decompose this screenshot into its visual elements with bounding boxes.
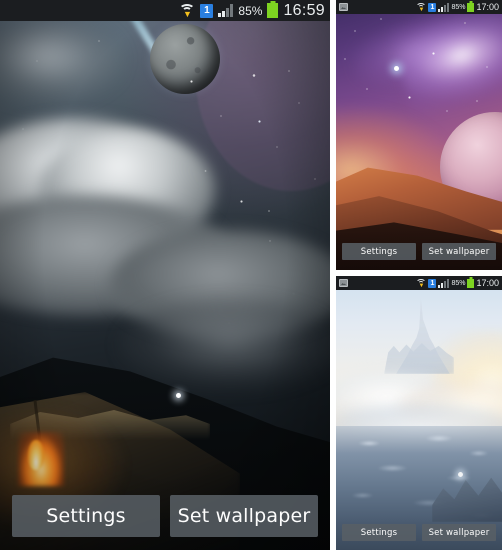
status-bar: ▼ 1 85% 16:59 <box>0 0 330 21</box>
wifi-download-icon: ▼ <box>416 278 427 289</box>
wifi-download-icon: ▼ <box>179 3 196 18</box>
wallpaper-preview-top-right[interactable]: ▼ 1 85% 17:00 Settings Set wallpaper <box>336 0 502 270</box>
status-bar-left <box>339 3 416 11</box>
clock-label: 17:00 <box>476 2 499 12</box>
notification-badge-icon: 1 <box>428 278 437 288</box>
clock-label: 17:00 <box>476 278 499 288</box>
status-bar-right: ▼ 1 85% 17:00 <box>416 2 499 13</box>
wallpaper-preview-main[interactable]: ▼ 1 85% 16:59 Settings Set wallpaper <box>0 0 330 550</box>
status-bar: ▼ 1 85% 17:00 <box>336 276 502 290</box>
status-bar: ▼ 1 85% 17:00 <box>336 0 502 14</box>
wallpaper-preview-page: ▼ 1 85% 16:59 Settings Set wallpaper ▼ 1… <box>0 0 502 550</box>
settings-button[interactable]: Settings <box>342 243 416 260</box>
light-flare-graphic <box>458 472 463 477</box>
set-wallpaper-button[interactable]: Set wallpaper <box>422 243 496 260</box>
settings-button[interactable]: Settings <box>342 524 416 541</box>
wallpaper-action-bar: Settings Set wallpaper <box>12 495 318 537</box>
set-wallpaper-button[interactable]: Set wallpaper <box>170 495 318 537</box>
status-bar-right: ▼ 1 85% 17:00 <box>416 278 499 289</box>
status-bar-right: ▼ 1 85% 16:59 <box>179 2 325 20</box>
wallpaper-action-bar: Settings Set wallpaper <box>342 243 496 260</box>
wallpaper-preview-bottom-right[interactable]: ▼ 1 85% 17:00 Settings Set wallpaper <box>336 276 502 550</box>
gallery-icon <box>339 3 348 11</box>
battery-percent-label: 85% <box>451 3 466 11</box>
signal-bars-icon <box>218 4 234 17</box>
status-bar-left <box>339 279 416 287</box>
signal-bars-icon <box>438 278 450 288</box>
wallpaper-action-bar: Settings Set wallpaper <box>342 524 496 541</box>
signal-bars-icon <box>438 2 450 12</box>
clock-label: 16:59 <box>283 1 325 19</box>
battery-icon <box>467 2 475 12</box>
set-wallpaper-button[interactable]: Set wallpaper <box>422 524 496 541</box>
vignette-overlay <box>0 0 330 550</box>
notification-badge-icon: 1 <box>428 2 437 12</box>
battery-icon <box>267 3 279 18</box>
wifi-download-icon: ▼ <box>416 2 427 13</box>
notification-badge-icon: 1 <box>200 3 214 18</box>
gallery-icon <box>339 279 348 287</box>
battery-icon <box>467 278 475 288</box>
bright-star-graphic <box>394 66 399 71</box>
battery-percent-label: 85% <box>238 3 263 18</box>
battery-percent-label: 85% <box>451 279 466 287</box>
settings-button[interactable]: Settings <box>12 495 160 537</box>
